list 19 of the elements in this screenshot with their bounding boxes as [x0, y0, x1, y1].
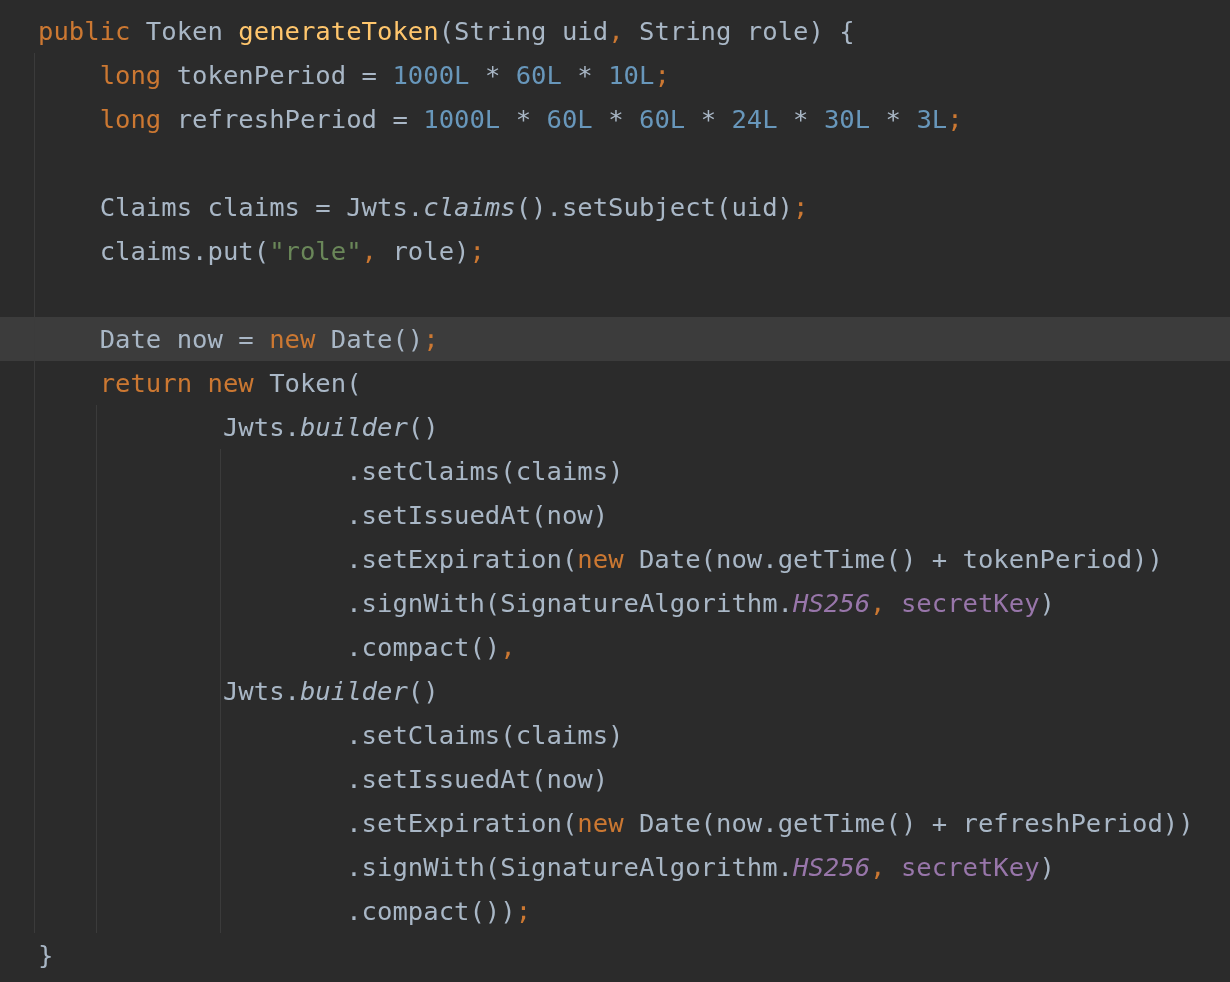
- code-line: return new Token(: [98, 367, 363, 400]
- code-line: .compact());: [345, 895, 533, 928]
- code-line: .compact(),: [345, 631, 517, 664]
- code-line: Jwts.builder(): [221, 675, 440, 708]
- code-line: .setClaims(claims): [345, 455, 625, 488]
- code-line: .signWith(SignatureAlgorithm.HS256, secretKey): [345, 587, 1056, 620]
- code-line: Jwts.builder(): [221, 411, 440, 444]
- code-line: long refreshPeriod = 1000L * 60L * 60L * 24L * 30L * 3L;: [98, 103, 964, 136]
- code-line: Claims claims = Jwts.claims().setSubject(uid);: [98, 191, 810, 224]
- code-line: long tokenPeriod = 1000L * 60L * 10L;: [98, 59, 671, 92]
- code-line: .setExpiration(new Date(now.getTime() + refreshPeriod)): [345, 807, 1195, 840]
- code-line: claims.put("role", role);: [98, 235, 486, 268]
- code-line: public Token generateToken(String uid, String role) {: [37, 15, 856, 48]
- code-line: .setExpiration(new Date(now.getTime() + tokenPeriod)): [345, 543, 1164, 576]
- code-line: .setIssuedAt(now): [345, 499, 610, 532]
- code-line: }: [37, 939, 55, 972]
- code-line: .setIssuedAt(now): [345, 763, 610, 796]
- code-line: .signWith(SignatureAlgorithm.HS256, secretKey): [345, 851, 1056, 884]
- code-line: .setClaims(claims): [345, 719, 625, 752]
